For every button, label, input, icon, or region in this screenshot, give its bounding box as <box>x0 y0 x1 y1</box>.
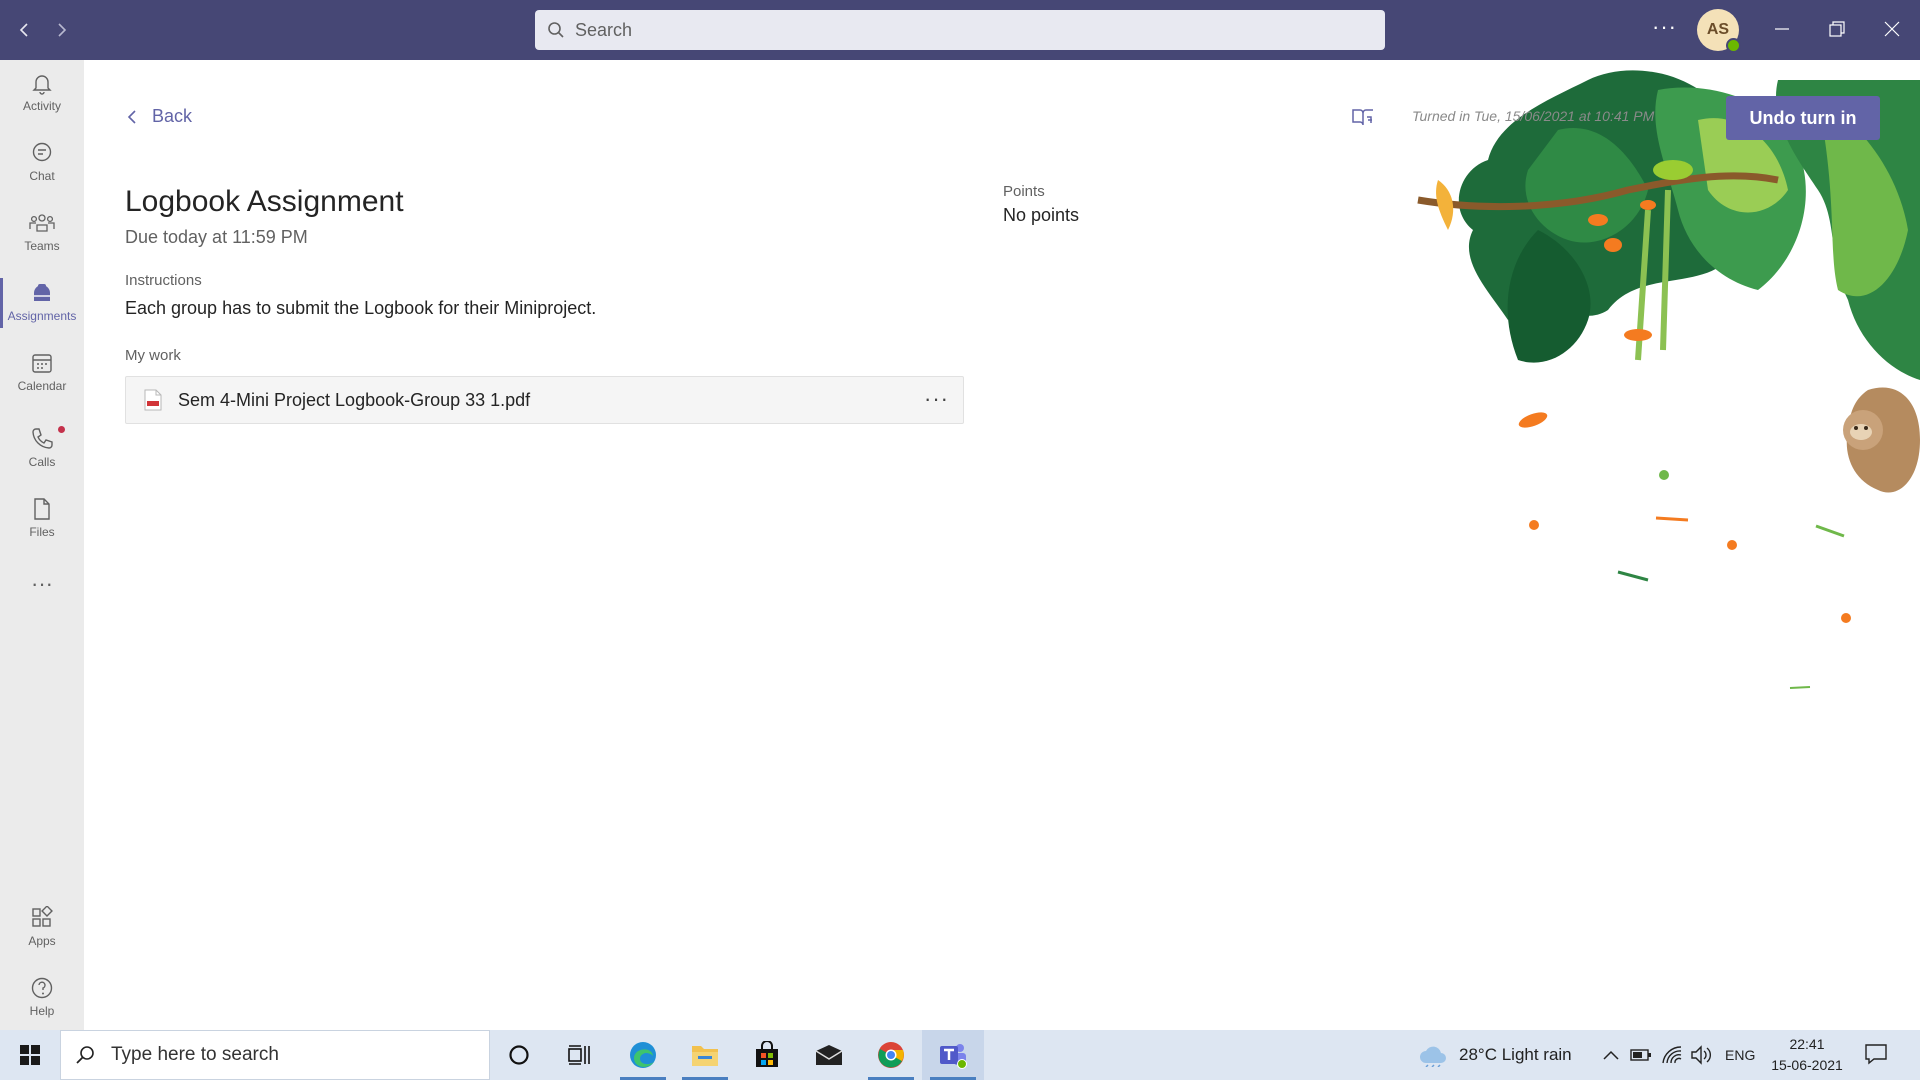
rail-item-label: Assignments <box>7 309 77 323</box>
file-name[interactable]: Sem 4-Mini Project Logbook-Group 33 1.pd… <box>178 390 530 411</box>
search-input[interactable]: Search <box>535 10 1385 50</box>
instructions-text: Each group has to submit the Logbook for… <box>125 298 597 318</box>
search-placeholder: Search <box>575 19 633 40</box>
rail-item-label: Files <box>29 525 55 539</box>
close-icon[interactable] <box>1877 14 1907 44</box>
avatar[interactable]: AS <box>1697 9 1741 53</box>
attached-file[interactable]: Sem 4-Mini Project Logbook-Group 33 1.pd… <box>125 376 964 424</box>
app-rail: Activity Chat Teams Assignments Calendar… <box>0 60 84 1030</box>
calendar-icon <box>32 354 52 373</box>
due-date: Due today at 11:59 PM <box>125 227 308 247</box>
taskbar-search-placeholder: Type here to search <box>111 1044 279 1065</box>
task-view-icon[interactable] <box>548 1030 610 1080</box>
back-arrow-icon[interactable] <box>12 17 38 43</box>
more-options-icon[interactable]: ··· <box>1652 14 1677 40</box>
back-label: Back <box>152 106 193 126</box>
bell-icon <box>32 75 52 95</box>
edge-browser-icon[interactable] <box>612 1030 674 1080</box>
rail-item-calendar[interactable]: Calendar <box>0 340 84 404</box>
rail-item-assignments[interactable]: Assignments <box>0 270 84 334</box>
page-title: Logbook Assignment <box>125 185 404 218</box>
chrome-browser-icon[interactable] <box>860 1030 922 1080</box>
instructions-label: Instructions <box>125 272 202 289</box>
points-label: Points <box>1003 183 1045 200</box>
chevron-left-icon <box>127 109 136 124</box>
file-explorer-icon[interactable] <box>674 1030 736 1080</box>
notification-dot <box>58 426 65 433</box>
more-apps-icon[interactable]: ··· <box>0 552 84 616</box>
rail-item-label: Chat <box>29 169 55 183</box>
rail-item-chat[interactable]: Chat <box>0 130 84 194</box>
clock-time: 22:41 <box>1789 1036 1825 1052</box>
assignments-icon <box>34 284 50 301</box>
apps-icon <box>32 906 53 927</box>
teams-icon <box>29 214 55 232</box>
jungle-illustration <box>1417 70 1920 689</box>
taskbar-search-input[interactable]: Type here to search <box>60 1030 490 1080</box>
rail-item-label: Calendar <box>17 379 67 393</box>
system-clock[interactable]: 22:41 15-06-2021 <box>1765 1034 1849 1076</box>
battery-icon[interactable] <box>1630 1047 1652 1063</box>
mail-icon[interactable] <box>798 1030 860 1080</box>
help-icon <box>31 977 53 999</box>
windows-taskbar: Type here to search 28°C Light rain ENG <box>0 1030 1920 1080</box>
notification-center-icon[interactable] <box>1864 1042 1888 1066</box>
microsoft-store-icon[interactable] <box>736 1030 798 1080</box>
volume-icon[interactable] <box>1690 1045 1714 1065</box>
rail-item-label: Activity <box>22 99 61 113</box>
search-icon <box>76 1046 94 1064</box>
rail-item-files[interactable]: Files <box>0 486 84 550</box>
file-more-options-icon[interactable]: ··· <box>924 386 949 412</box>
file-icon <box>34 498 50 520</box>
wifi-icon[interactable] <box>1661 1045 1683 1065</box>
chevron-up-icon[interactable] <box>1602 1048 1620 1062</box>
restore-icon[interactable] <box>1822 14 1852 44</box>
phone-icon <box>32 428 53 449</box>
weather-text[interactable]: 28°C Light rain <box>1459 1030 1572 1080</box>
rail-item-activity[interactable]: Activity <box>0 60 84 124</box>
pdf-file-icon <box>144 389 162 411</box>
clock-date: 15-06-2021 <box>1771 1057 1843 1073</box>
rail-item-help[interactable]: Help <box>0 965 84 1029</box>
rail-item-label: Help <box>29 1004 55 1018</box>
points-value: No points <box>1003 205 1080 225</box>
back-button[interactable]: Back <box>126 106 192 127</box>
weather-cloud-icon[interactable] <box>1418 1043 1448 1067</box>
title-bar: Search ··· AS <box>0 0 1920 60</box>
cortana-icon[interactable] <box>488 1030 550 1080</box>
rail-item-calls[interactable]: Calls <box>0 416 84 480</box>
microsoft-teams-icon[interactable] <box>922 1030 984 1080</box>
minimize-icon[interactable] <box>1767 14 1797 44</box>
immersive-reader-icon[interactable] <box>1352 107 1374 127</box>
rail-item-teams[interactable]: Teams <box>0 200 84 264</box>
rail-item-apps[interactable]: Apps <box>0 895 84 959</box>
windows-start-icon[interactable] <box>0 1030 60 1080</box>
turned-in-status: Turned in Tue, 15/06/2021 at 10:41 PM <box>1412 108 1655 124</box>
chat-icon <box>32 142 52 162</box>
input-language[interactable]: ENG <box>1725 1030 1755 1080</box>
search-icon <box>548 22 564 38</box>
rail-item-label: Apps <box>28 934 56 948</box>
my-work-label: My work <box>125 347 181 364</box>
forward-arrow-icon[interactable] <box>48 17 74 43</box>
rail-item-label: Calls <box>28 455 56 469</box>
presence-status-icon <box>1726 38 1741 53</box>
undo-turn-in-button[interactable]: Undo turn in <box>1726 96 1880 140</box>
assignment-detail: Back Logbook Assignment Due today at 11:… <box>84 60 1920 1030</box>
avatar-initials: AS <box>1706 21 1730 38</box>
rail-item-label: Teams <box>24 239 60 253</box>
